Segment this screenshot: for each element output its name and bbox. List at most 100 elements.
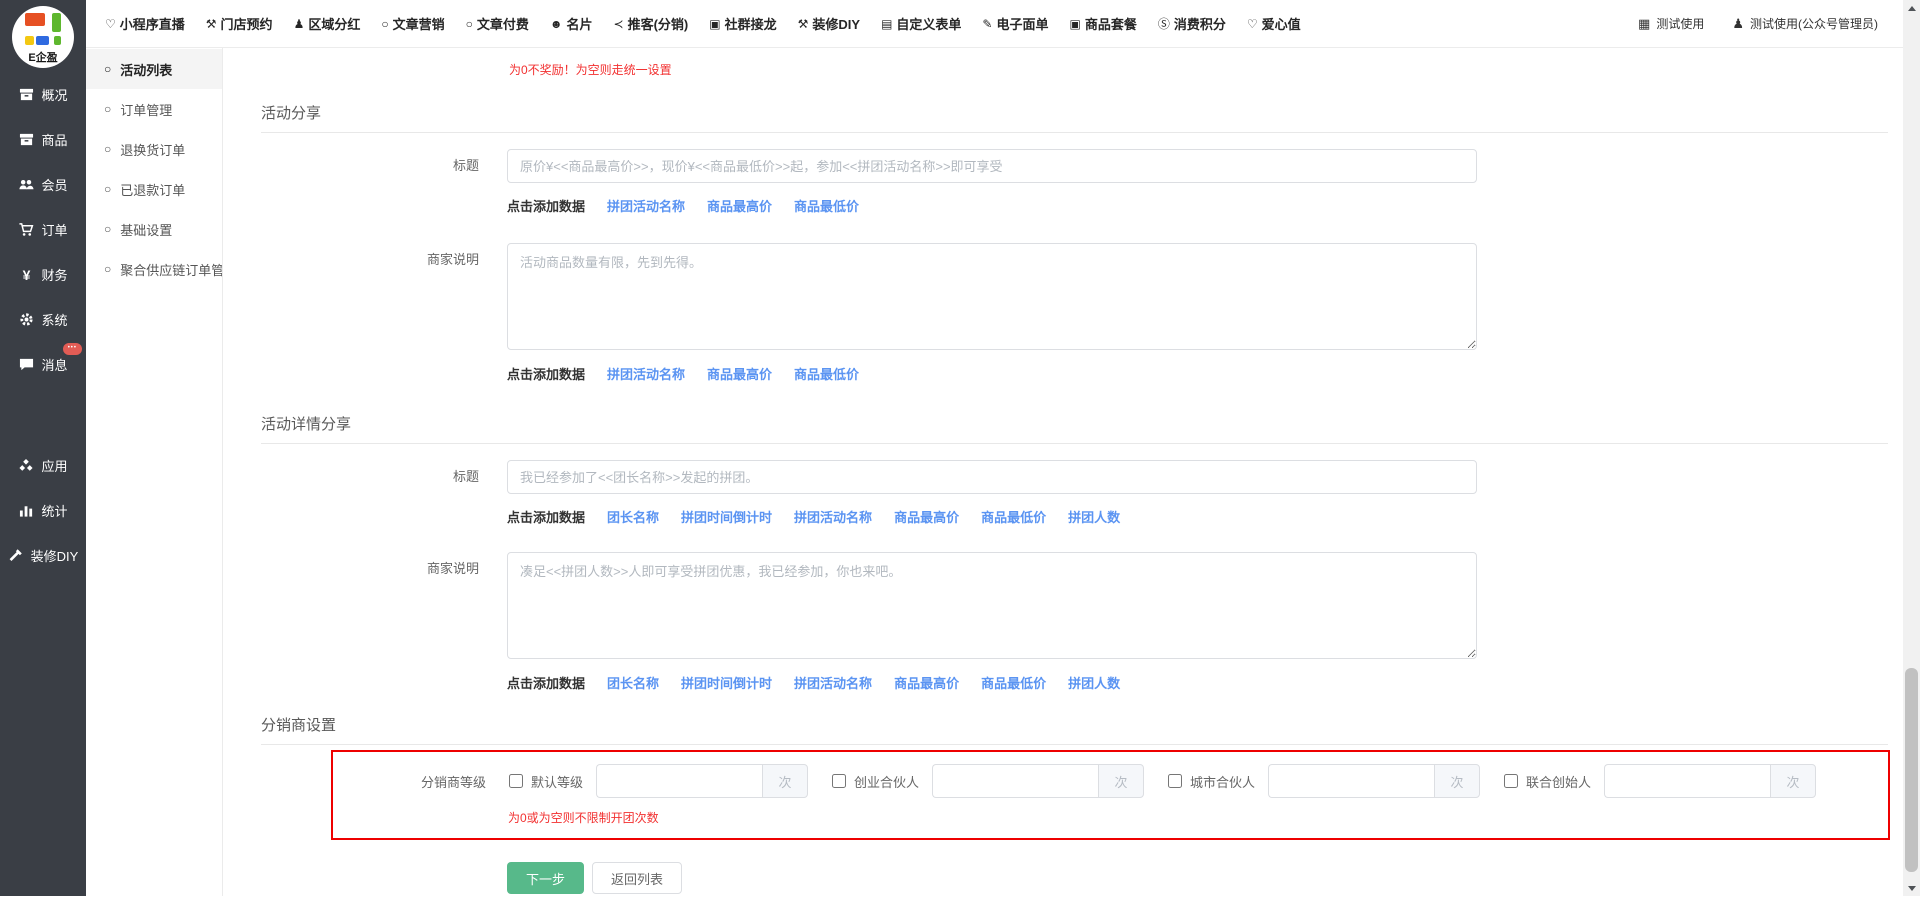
co-founder-checkbox[interactable] <box>1504 774 1518 788</box>
topnav-item-store-reservation[interactable]: ⚒门店预约 <box>206 14 273 33</box>
field-label-title: 标题 <box>223 460 507 494</box>
city-partner-times-input[interactable] <box>1268 764 1434 798</box>
insert-token-link[interactable]: 拼团人数 <box>1068 673 1120 692</box>
insert-token-link[interactable]: 商品最低价 <box>981 673 1046 692</box>
unit-addon: 次 <box>1434 764 1480 798</box>
back-to-list-button[interactable]: 返回列表 <box>592 862 682 894</box>
topnav-item-e-waybill[interactable]: ✎电子面单 <box>982 14 1048 33</box>
yen-icon: ¥ <box>18 267 34 282</box>
user-menu[interactable]: ♟测试使用(公众号管理员) <box>1732 15 1878 32</box>
topnav-item-tuike-distribution[interactable]: ≺推客(分销) <box>614 14 689 33</box>
topnav-item-decorate-diy[interactable]: ⚒装修DIY <box>798 14 860 33</box>
topnav-item-label: 装修DIY <box>812 14 860 33</box>
insert-token-link[interactable]: 商品最低价 <box>794 364 859 383</box>
archive-icon <box>18 132 34 147</box>
submenu-item-order-management[interactable]: ○订单管理 <box>86 89 222 129</box>
sidebar-item-system[interactable]: 系统 <box>0 297 86 342</box>
next-step-button[interactable]: 下一步 <box>507 862 584 894</box>
user-icon: ♟ <box>1732 16 1744 32</box>
share-title-input[interactable] <box>507 149 1477 183</box>
hammer-icon <box>8 548 24 563</box>
section-title-activity-detail-share: 活动详情分享 <box>261 413 1888 444</box>
unit-addon: 次 <box>1770 764 1816 798</box>
topnav-item-label: 区域分红 <box>308 14 360 33</box>
share-desc-textarea[interactable] <box>507 243 1477 350</box>
topnav-item-region-dividend[interactable]: ♟区域分红 <box>294 14 361 33</box>
scrollbar-thumb[interactable] <box>1905 668 1918 872</box>
insert-token-link[interactable]: 商品最高价 <box>894 673 959 692</box>
sidebar-item-members[interactable]: 会员 <box>0 162 86 207</box>
vertical-scrollbar[interactable] <box>1903 0 1920 896</box>
insert-token-link[interactable]: 团长名称 <box>607 507 659 526</box>
insert-token-link[interactable]: 商品最高价 <box>894 507 959 526</box>
submenu-item-activity-list[interactable]: ○活动列表 <box>86 49 222 89</box>
form-icon: ▤ <box>881 17 892 31</box>
city-partner-checkbox[interactable] <box>1168 774 1182 788</box>
logo-text: E企盈 <box>12 49 74 65</box>
insert-token-link[interactable]: 拼团活动名称 <box>607 196 685 215</box>
topnav-item-article-paid[interactable]: ○文章付费 <box>466 14 529 33</box>
insert-token-link[interactable]: 商品最高价 <box>707 364 772 383</box>
insert-token-link[interactable]: 拼团人数 <box>1068 507 1120 526</box>
scroll-down-arrow-icon[interactable] <box>1903 880 1920 896</box>
detail-title-input[interactable] <box>507 460 1477 494</box>
submenu-item-label: 聚合供应链订单管理 <box>120 260 222 279</box>
submenu-item-return-orders[interactable]: ○退换货订单 <box>86 129 222 169</box>
app-logo[interactable]: E企盈 <box>12 6 74 68</box>
sidebar-item-apps[interactable]: 应用 <box>0 443 86 488</box>
insert-token-link[interactable]: 拼团活动名称 <box>607 364 685 383</box>
users-icon: ☻ <box>550 17 563 31</box>
co-founder-times-input[interactable] <box>1604 764 1770 798</box>
default-level-times-input[interactable] <box>596 764 762 798</box>
workspace-switcher[interactable]: ▦测试使用 <box>1638 15 1704 32</box>
sidebar-item-label: 会员 <box>41 175 67 194</box>
insert-token-link[interactable]: 团长名称 <box>607 673 659 692</box>
add-data-caption: 点击添加数据 <box>507 673 585 692</box>
submenu-sidebar: ○活动列表 ○订单管理 ○退换货订单 ○已退款订单 ○基础设置 ○聚合供应链订单… <box>86 48 223 896</box>
topnav-item-consume-points[interactable]: Ⓢ消费积分 <box>1158 14 1226 33</box>
insert-token-link[interactable]: 拼团活动名称 <box>794 507 872 526</box>
topnav-item-label: 文章营销 <box>393 14 445 33</box>
insert-token-link[interactable]: 商品最高价 <box>707 196 772 215</box>
topnav-item-mini-program-live[interactable]: ♡小程序直播 <box>105 14 185 33</box>
insert-token-link[interactable]: 商品最低价 <box>981 507 1046 526</box>
insert-token-link[interactable]: 拼团活动名称 <box>794 673 872 692</box>
startup-partner-times-input[interactable] <box>932 764 1098 798</box>
topnav-item-product-package[interactable]: ▣商品套餐 <box>1070 14 1137 33</box>
submenu-item-supply-chain-orders[interactable]: ○聚合供应链订单管理 <box>86 249 222 289</box>
topnav-item-label: 商品套餐 <box>1085 14 1137 33</box>
sidebar-item-decorate-diy[interactable]: 装修DIY <box>0 533 86 578</box>
level-group-default: 默认等级 次 <box>509 764 808 798</box>
sidebar-item-label: 应用 <box>41 456 67 475</box>
detail-desc-textarea[interactable] <box>507 552 1477 659</box>
sidebar-item-messages[interactable]: 消息 ••• <box>0 342 86 387</box>
submenu-item-basic-settings[interactable]: ○基础设置 <box>86 209 222 249</box>
submenu-item-refunded-orders[interactable]: ○已退款订单 <box>86 169 222 209</box>
archive-icon <box>18 87 34 102</box>
cart-icon <box>18 222 34 237</box>
topnav-item-article-marketing[interactable]: ○文章营销 <box>381 14 444 33</box>
level-group-startup-partner: 创业合伙人 次 <box>832 764 1144 798</box>
sidebar-item-stats[interactable]: 统计 <box>0 488 86 533</box>
topnav-item-business-card[interactable]: ☻名片 <box>550 14 593 33</box>
default-level-checkbox[interactable] <box>509 774 523 788</box>
distributor-highlight-box: 分销商等级 默认等级 次 创业合伙人 次 城市合伙人 次 联合创始人 次 <box>331 750 1890 840</box>
scroll-up-arrow-icon[interactable] <box>1903 0 1920 16</box>
sidebar-item-label: 系统 <box>41 310 67 329</box>
topnav-item-custom-form[interactable]: ▤自定义表单 <box>881 14 961 33</box>
sidebar-item-overview[interactable]: 概况 <box>0 72 86 117</box>
sidebar-item-orders[interactable]: 订单 <box>0 207 86 252</box>
sidebar-item-label: 概况 <box>41 85 67 104</box>
insert-token-link[interactable]: 商品最低价 <box>794 196 859 215</box>
topnav-items: ♡小程序直播 ⚒门店预约 ♟区域分红 ○文章营销 ○文章付费 ☻名片 ≺推客(分… <box>105 14 1301 33</box>
sidebar-item-goods[interactable]: 商品 <box>0 117 86 162</box>
startup-partner-checkbox[interactable] <box>832 774 846 788</box>
gear-icon <box>18 312 34 327</box>
insert-token-link[interactable]: 拼团时间倒计时 <box>681 673 772 692</box>
topnav-item-love-value[interactable]: ♡爱心值 <box>1247 14 1301 33</box>
heart-icon: ♡ <box>105 17 116 31</box>
sidebar-item-finance[interactable]: ¥ 财务 <box>0 252 86 297</box>
insert-token-link[interactable]: 拼团时间倒计时 <box>681 507 772 526</box>
hammer-icon: ⚒ <box>798 17 809 31</box>
topnav-item-group-chain[interactable]: ▣社群接龙 <box>709 14 776 33</box>
